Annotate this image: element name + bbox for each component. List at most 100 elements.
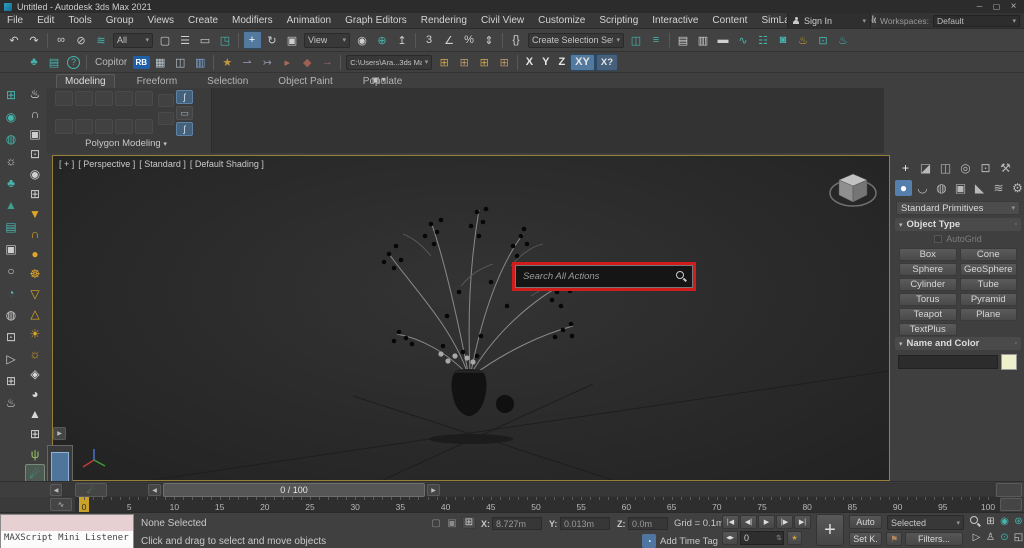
reference-coordinate-dropdown[interactable]: View▾ [304,33,350,48]
name-color-rollout-header[interactable]: ▾ Name and Color ▫ [895,337,1021,350]
play-button[interactable]: ▶ [758,515,775,529]
selection-filter-dropdown[interactable]: All▾ [113,33,153,48]
script-page-2-button[interactable]: ⊞ [455,53,474,71]
physical-camera-icon[interactable]: ◉ [1,106,21,128]
menu-file[interactable]: File [0,13,30,28]
ribbon-button[interactable]: ▭ [176,106,193,120]
material-editor-button[interactable]: ◙ [774,31,793,49]
close-button[interactable]: × [1005,0,1022,12]
select-and-rotate-button[interactable]: ↻ [263,31,282,49]
auto-key-button[interactable]: Auto [849,515,882,529]
set-keys-button[interactable]: + [816,514,844,546]
cube-icon[interactable]: ◈ [25,364,45,384]
ribbon-panel-label[interactable]: Polygon Modeling ▾ [46,138,206,149]
ribbon-button[interactable]: ʃ [176,90,193,104]
previous-frame-slider-button[interactable]: ◀ [148,484,161,496]
object-button-plane[interactable]: Plane [960,308,1018,321]
grid-helper-icon[interactable]: ⊞ [1,370,21,392]
ribbon-button[interactable] [135,91,153,106]
lamp-icon[interactable]: ▼ [25,204,45,224]
named-selection-dropdown[interactable]: Create Selection Set▾ [528,33,624,48]
use-pivot-center-button[interactable]: ◉ [353,31,372,49]
add-time-tag[interactable]: Add Time Tag [660,536,718,547]
object-button-textplus[interactable]: TextPlus [899,323,957,336]
rectangular-selection-button[interactable]: ▭ [196,31,215,49]
minimize-button[interactable]: ─ [971,0,988,12]
frame-ruler[interactable]: 0510152025303540455055606570758085909510… [75,497,1000,512]
layer-tool-icon[interactable]: ◔ [1,282,21,304]
spinner-icon[interactable]: ⇅ [776,534,783,542]
field-of-view-button[interactable]: ▷ [970,530,983,545]
spinner-snap-button[interactable]: ⇕ [480,31,499,49]
dome-icon[interactable]: ∩ [25,104,45,124]
object-button-box[interactable]: Box [899,248,957,261]
object-button-tube[interactable]: Tube [960,278,1018,291]
cameras-tab[interactable]: ▣ [952,180,969,196]
sphere-light-icon[interactable]: ● [25,244,45,264]
sunburst-icon[interactable]: ☼ [25,344,45,364]
set-key-button[interactable]: Set K. [849,532,882,546]
redo-button[interactable]: ↷ [25,31,44,49]
walk-through-button[interactable]: ♙ [984,530,997,545]
axis-x-button[interactable]: X [522,54,537,71]
teapot-icon[interactable]: ♨ [25,84,45,104]
z-coord-field[interactable]: 0.0m [628,517,668,530]
menu-animation[interactable]: Animation [280,13,338,28]
maximize-viewport-button[interactable]: ◱ [1012,530,1024,545]
display-tab[interactable]: ⊡ [977,160,994,176]
named-selection-sets-button[interactable]: {} [507,31,526,49]
play-monitor-icon[interactable]: ▷ [1,348,21,370]
menu-interactive[interactable]: Interactive [645,13,705,28]
ribbon-button[interactable]: ʃ [176,122,193,136]
teapot-tool-icon[interactable]: ♨ [1,392,21,414]
snaps-toggle-button[interactable]: 3 [420,31,439,49]
workspace-dropdown[interactable]: Default ▾ [933,15,1020,27]
modify-tab[interactable]: ◪ [917,160,934,176]
menu-edit[interactable]: Edit [30,13,61,28]
blocks-icon[interactable]: ⊞ [25,424,45,444]
select-object-button[interactable]: ▢ [156,31,175,49]
transform-type-in-icon[interactable]: ⊞ [462,516,476,529]
light-tool-6-button[interactable]: → [318,53,337,71]
key-filters-button[interactable]: Filters... [905,532,963,546]
layout-flyout-button[interactable]: ▶ [53,427,66,440]
photo-icon[interactable]: ▣ [25,124,45,144]
systems-tab[interactable]: ⚙ [1009,180,1024,196]
dome-light-icon[interactable]: ∩ [25,224,45,244]
forest-tool-icon[interactable]: ♣ [1,172,21,194]
x-coord-field[interactable]: 8.727m [492,517,542,530]
menu-customize[interactable]: Customize [531,13,592,28]
view-cube[interactable] [827,166,879,218]
unlink-selection-button[interactable]: ⊘ [72,31,91,49]
selection-lock-icon[interactable]: ▣ [445,517,459,530]
autogrid-checkbox[interactable] [934,235,942,243]
bind-to-space-warp-button[interactable]: ≋ [92,31,111,49]
curve-editor-button[interactable]: ∿ [734,31,753,49]
menu-scripting[interactable]: Scripting [592,13,645,28]
shapes-tab[interactable]: ◡ [914,180,931,196]
axis-x-question-button[interactable]: X? [596,54,618,71]
key-selection-dropdown[interactable]: Selected ▾ [887,515,964,530]
utilities-tab[interactable]: ⚒ [997,160,1014,176]
ribbon-button[interactable] [75,119,93,134]
space-warps-tab[interactable]: ≋ [990,180,1007,196]
axis-xy-button[interactable]: XY [570,54,595,71]
render-setup-button[interactable]: ♨ [794,31,813,49]
object-button-pyramid[interactable]: Pyramid [960,293,1018,306]
align-button[interactable]: ≡ [647,31,666,49]
undo-button[interactable]: ↶ [5,31,24,49]
toggle-scene-explorer-button[interactable]: ▤ [674,31,693,49]
ribbon-button[interactable] [75,91,93,106]
rb-script-button[interactable]: RB [133,56,150,69]
tree-tool-icon[interactable]: ▲ [1,194,21,216]
tree-image-icon[interactable]: ▣ [1,238,21,260]
window-crossing-button[interactable]: ◳ [216,31,235,49]
script-page-4-button[interactable]: ⊞ [495,53,514,71]
object-color-swatch[interactable] [1001,354,1017,370]
zoom-all-button[interactable]: ⊞ [984,514,997,529]
menu-tools[interactable]: Tools [61,13,98,28]
viewport-renderer-menu[interactable]: [ Standard ] [139,159,186,169]
previous-frame-button[interactable]: ◀| [740,515,757,529]
ribbon-button[interactable] [135,119,153,134]
ribbon-tab-freeform[interactable]: Freeform [129,75,186,88]
